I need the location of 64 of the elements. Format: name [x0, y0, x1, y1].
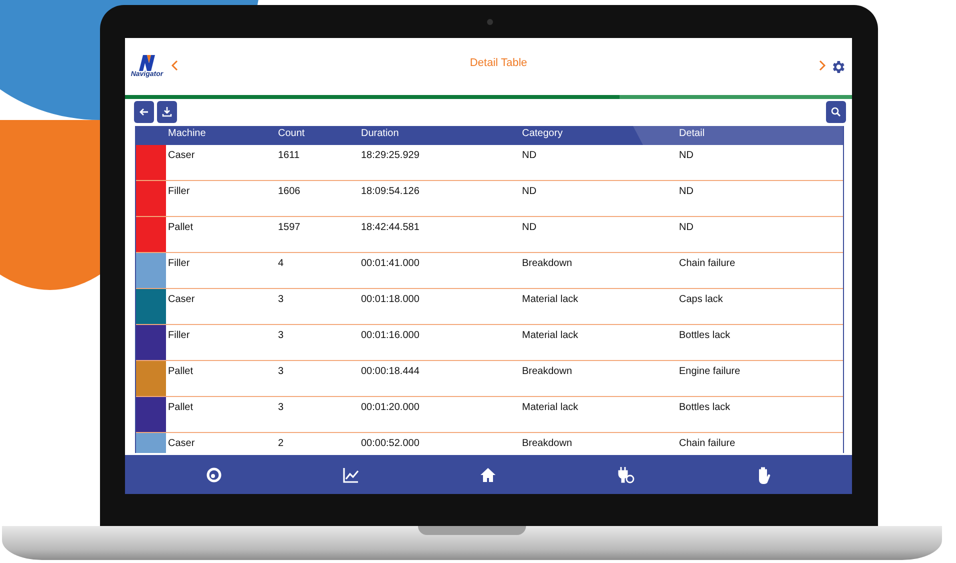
table-cell: 1611 — [278, 150, 300, 161]
table-cell: 3 — [278, 366, 284, 377]
search-button[interactable] — [826, 101, 846, 123]
table-cell: Bottles lack — [679, 330, 730, 341]
table-cell: Filler — [168, 186, 190, 197]
page-title: Detail Table — [468, 56, 528, 68]
settings-icon[interactable] — [830, 58, 846, 74]
search-icon — [831, 107, 841, 117]
plug-icon[interactable] — [616, 466, 634, 484]
line-chart-icon[interactable] — [342, 466, 358, 482]
column-header: Machine — [167, 127, 207, 141]
table-cell: Breakdown — [522, 438, 572, 449]
table-cell: 1597 — [278, 222, 300, 233]
table-cell: Pallet — [168, 222, 194, 233]
table-cell: Caps lack — [679, 294, 723, 305]
table-cell: Pallet — [168, 402, 194, 413]
table-cell: Material lack — [522, 294, 578, 305]
table-cell: ND — [522, 186, 536, 197]
back-button[interactable] — [134, 101, 154, 123]
table-cell: Engine failure — [679, 366, 740, 377]
column-header: Detail — [678, 127, 706, 141]
table-cell: Breakdown — [522, 366, 572, 377]
table-cell: 00:01:18.000 — [361, 294, 420, 305]
table-cell: ND — [522, 150, 536, 161]
chevron-left-icon — [171, 60, 178, 70]
column-header: Category — [521, 127, 564, 141]
table-cell: ND — [679, 186, 694, 197]
table-cell: ND — [679, 222, 694, 233]
table-cell: 18:29:25.929 — [361, 150, 420, 161]
table-cell: Chain failure — [679, 438, 736, 449]
table-cell: Material lack — [522, 330, 578, 341]
table-cell: 00:01:41.000 — [361, 258, 420, 269]
table-cell: ND — [522, 222, 536, 233]
table-cell: Pallet — [168, 366, 194, 377]
home-icon[interactable] — [480, 466, 496, 482]
table-cell: 1606 — [278, 186, 300, 197]
column-header: Duration — [360, 127, 400, 141]
column-header: Count — [277, 127, 306, 141]
table-cell: 18:09:54.126 — [361, 186, 420, 197]
table-cell: Breakdown — [522, 258, 572, 269]
table-cell: 00:00:52.000 — [361, 438, 420, 449]
table-cell: 00:01:16.000 — [361, 330, 420, 341]
gauge-icon[interactable] — [206, 466, 222, 482]
download-icon — [162, 107, 172, 117]
table-cell: Caser — [168, 294, 195, 305]
table-cell: ND — [679, 150, 694, 161]
table-cell: Caser — [168, 150, 195, 161]
table-cell: 2 — [278, 438, 284, 449]
table-cell: 4 — [278, 258, 284, 269]
table-cell: 3 — [278, 330, 284, 341]
chevron-right-icon — [819, 60, 826, 70]
table-cell: Filler — [168, 258, 190, 269]
table-cell: Material lack — [522, 402, 578, 413]
table-cell: Caser — [168, 438, 195, 449]
table-cell: 00:00:18.444 — [361, 366, 420, 377]
download-button[interactable] — [157, 101, 177, 123]
table-cell: 00:01:20.000 — [361, 402, 420, 413]
table-cell: 18:42:44.581 — [361, 222, 420, 233]
table-cell: 3 — [278, 294, 284, 305]
table-cell: 3 — [278, 402, 284, 413]
table-cell: Bottles lack — [679, 402, 730, 413]
arrow-left-icon — [139, 107, 149, 117]
table-cell: Chain failure — [679, 258, 736, 269]
table-cell: Filler — [168, 330, 190, 341]
